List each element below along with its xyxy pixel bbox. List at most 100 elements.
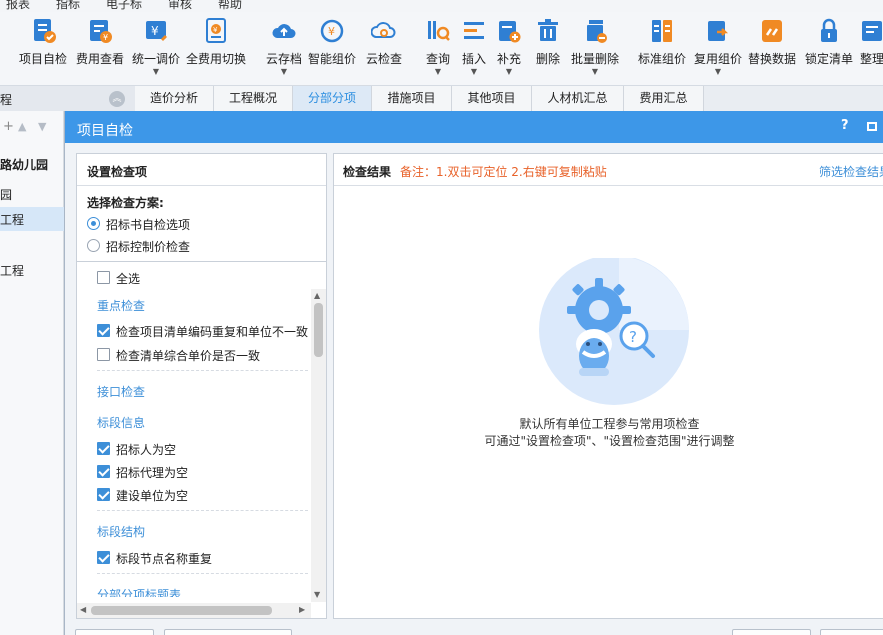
footer-button-3[interactable] — [732, 629, 811, 635]
smart-pricing-icon: ¥ — [319, 18, 345, 44]
tree-item-project[interactable]: 路幼儿园 — [0, 156, 48, 173]
checkbox-checked-icon[interactable] — [97, 442, 110, 455]
scroll-down-icon[interactable]: ▼ — [314, 590, 320, 599]
menu-index[interactable]: 指标 — [56, 0, 80, 12]
menu-e-bid[interactable]: 电子标 — [106, 0, 142, 12]
scroll-left-icon[interactable]: ◀ — [80, 605, 86, 614]
lock-list-icon — [816, 18, 842, 44]
supplement-button[interactable]: 补充 ▼ — [495, 18, 523, 76]
chevron-down-icon: ▼ — [280, 67, 288, 76]
replace-data-button[interactable]: 替换数据 — [747, 18, 797, 67]
check-items-panel: 设置检查项 选择检查方案: 招标书自检选项 招标控制价检查 全选 重点检查 检查… — [76, 153, 327, 619]
collapse-icon[interactable]: ︽ — [109, 91, 125, 107]
unified-price-button[interactable]: ¥ 统一调价 ▼ — [131, 18, 181, 76]
empty-state-line-2: 可通过"设置检查项"、"设置检查范围"进行调整 — [484, 434, 735, 448]
tab-cost-analysis[interactable]: 造价分析 — [135, 86, 214, 111]
maximize-icon[interactable] — [867, 122, 877, 131]
query-button[interactable]: 查询 ▼ — [424, 18, 452, 76]
tree-item-unit-2[interactable]: 工程 — [0, 262, 24, 279]
arrow-up-icon[interactable]: ▲ — [18, 120, 26, 133]
radio-icon[interactable] — [87, 239, 100, 252]
smart-pricing-button[interactable]: ¥ 智能组价 — [307, 18, 357, 67]
vertical-scrollbar[interactable]: ▲ ▼ — [311, 289, 326, 602]
delete-button[interactable]: 删除 — [534, 18, 562, 67]
tab-sub-items[interactable]: 分部分项 — [293, 86, 372, 111]
svg-text:¥: ¥ — [151, 24, 159, 38]
project-tree-pane: + ▲ ▼ 路幼儿园 园 工程 工程 — [0, 111, 64, 635]
tab-measures[interactable]: 措施项目 — [372, 86, 452, 111]
group-divider — [97, 370, 308, 371]
menu-bar: 报表 指标 电子标 审核 帮助 — [0, 0, 883, 12]
reuse-pricing-icon — [705, 18, 731, 44]
scroll-thumb[interactable] — [91, 606, 272, 615]
cost-view-button[interactable]: ¥ 费用查看 — [75, 18, 125, 67]
standard-pricing-icon — [649, 18, 675, 44]
empty-state-line-1: 默认所有单位工程参与常用项检查 — [519, 417, 700, 431]
project-check-button[interactable]: 项目自检 — [18, 18, 68, 67]
svg-text:?: ? — [629, 328, 637, 346]
help-icon[interactable]: ? — [841, 118, 849, 133]
radio-selected-icon[interactable] — [87, 217, 100, 230]
footer-button-1[interactable] — [75, 629, 154, 635]
scroll-right-icon[interactable]: ▶ — [299, 605, 305, 614]
lock-list-button[interactable]: 锁定清单 — [804, 18, 854, 67]
tab-cost-summary[interactable]: 费用汇总 — [624, 86, 704, 111]
menu-review[interactable]: 审核 — [168, 0, 192, 12]
query-icon — [425, 18, 451, 44]
svg-text:¥: ¥ — [103, 33, 108, 42]
tree-item-unit-1[interactable]: 工程 — [0, 211, 24, 228]
checkbox-icon[interactable] — [97, 271, 110, 284]
tab-other-items[interactable]: 其他项目 — [452, 86, 532, 111]
organize-icon — [859, 18, 883, 44]
full-cost-switch-icon: ¥ — [203, 18, 229, 44]
organize-button[interactable]: 整理 — [859, 18, 883, 67]
project-self-check-dialog: 项目自检 ? 设置检查项 选择检查方案: 招标书自检选项 招标控制价检查 全选 … — [64, 111, 883, 635]
group-divider — [97, 510, 308, 511]
batch-delete-button[interactable]: 批量删除 ▼ — [570, 18, 620, 76]
group-title-section-structure: 标段结构 — [97, 525, 146, 539]
footer-button-4[interactable] — [820, 629, 883, 635]
check-results-header: 检查结果 备注：1.双击可定位 2.右键可复制粘贴 筛选检查结果 — [334, 154, 883, 186]
tab-labor-material-summary[interactable]: 人材机汇总 — [532, 86, 624, 111]
chevron-down-icon: ▼ — [152, 67, 160, 76]
checkbox-checked-icon[interactable] — [97, 551, 110, 564]
cloud-check-button[interactable]: 云检查 — [362, 18, 406, 67]
check-items-list: 全选 重点检查 检查项目清单编码重复和单位不一致 检查清单综合单价是否一致 接口… — [77, 263, 310, 597]
footer-button-2[interactable] — [164, 629, 292, 635]
group-title-interface-check: 接口检查 — [97, 385, 146, 399]
checkbox-checked-icon[interactable] — [97, 488, 110, 501]
menu-report[interactable]: 报表 — [6, 0, 30, 12]
chevron-down-icon: ▼ — [434, 67, 442, 76]
check-items-header: 设置检查项 — [77, 154, 326, 186]
replace-data-icon — [759, 18, 785, 44]
chevron-down-icon: ▼ — [470, 67, 478, 76]
filter-results-link[interactable]: 筛选检查结果 — [819, 163, 883, 180]
checkbox-checked-icon[interactable] — [97, 324, 110, 337]
arrow-down-icon[interactable]: ▼ — [38, 120, 46, 133]
scroll-thumb[interactable] — [314, 303, 323, 357]
insert-icon — [461, 18, 487, 44]
delete-icon — [535, 18, 561, 44]
tree-item-section[interactable]: 园 — [0, 186, 12, 203]
checkbox-icon[interactable] — [97, 348, 110, 361]
group-title-section-info: 标段信息 — [97, 416, 146, 430]
ribbon-toolbar: 项目自检 ¥ 费用查看 ¥ 统一调价 ▼ ¥ 全费用切换 云存档 ▼ ¥ 智能组… — [0, 12, 883, 86]
scroll-up-icon[interactable]: ▲ — [314, 291, 320, 300]
batch-delete-icon — [582, 18, 608, 44]
chevron-down-icon: ▼ — [591, 67, 599, 76]
cloud-archive-button[interactable]: 云存档 ▼ — [264, 18, 304, 76]
add-icon[interactable]: + — [3, 119, 14, 134]
horizontal-scrollbar[interactable]: ◀ ▶ — [77, 603, 311, 618]
tab-project-overview[interactable]: 工程概况 — [214, 86, 293, 111]
checkbox-checked-icon[interactable] — [97, 465, 110, 478]
supplement-icon — [496, 18, 522, 44]
full-cost-switch-button[interactable]: ¥ 全费用切换 — [186, 18, 246, 67]
chevron-down-icon: ▼ — [714, 67, 722, 76]
scheme-title: 选择检查方案: — [87, 196, 164, 210]
menu-help[interactable]: 帮助 — [218, 0, 242, 12]
svg-text:¥: ¥ — [213, 26, 218, 34]
cost-view-icon: ¥ — [87, 18, 113, 44]
reuse-pricing-button[interactable]: 复用组价 ▼ — [693, 18, 743, 76]
insert-button[interactable]: 插入 ▼ — [460, 18, 488, 76]
standard-pricing-button[interactable]: 标准组价 — [637, 18, 687, 67]
